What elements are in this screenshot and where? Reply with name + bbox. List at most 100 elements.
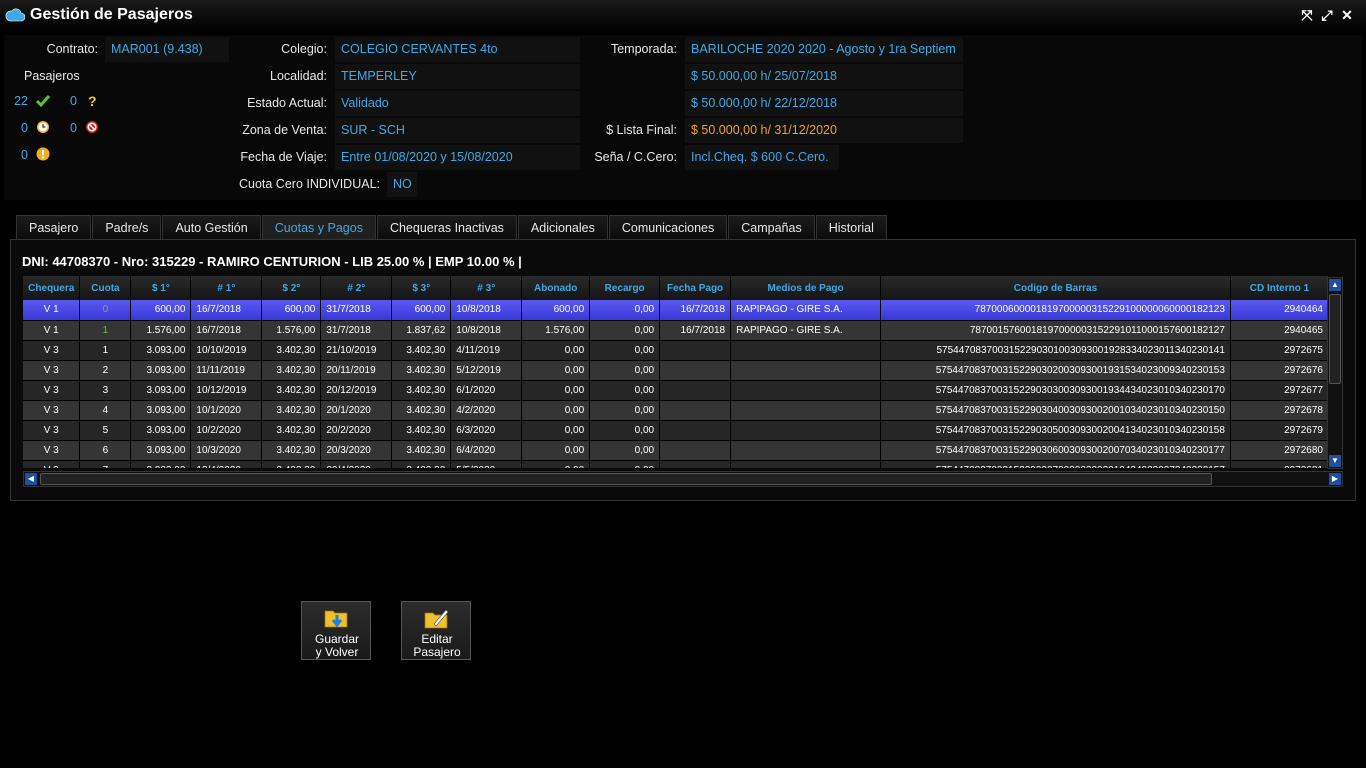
table-cell [659,340,732,361]
expand-icon[interactable]: ⤢ [1320,8,1334,22]
table-cell [730,420,882,441]
temporada-label: Temporada: [610,42,677,56]
scroll-up-icon[interactable]: ▲ [1329,279,1341,291]
table-cell: 2940464 [1230,300,1329,321]
table-cell: 3.402,30 [391,360,452,381]
folder-save-icon [324,610,348,628]
table-row[interactable]: V 3 6 3.093,00 10/3/2020 3.402,30 20/3/2020 3.… [23,440,1329,461]
column-header[interactable]: Recargo [589,276,661,300]
table-cell: 16/7/2018 [190,300,263,321]
table-cell: V 1 [23,320,81,341]
table-row[interactable]: V 3 2 3.093,00 11/11/2019 3.402,30 20/11/2019… [23,360,1329,381]
scroll-right-icon[interactable]: ▶ [1329,473,1341,485]
column-header[interactable]: Fecha Pago [659,276,732,300]
column-header[interactable]: $ 3° [391,276,452,300]
table-row[interactable]: V 3 5 3.093,00 10/2/2020 3.402,30 20/2/2020 3.… [23,420,1329,441]
table-cell: 1.576,00 [130,320,192,341]
table-cell: 3.093,00 [130,360,192,381]
scroll-down-icon[interactable]: ▼ [1329,455,1341,467]
temporada-value: BARILOCHE 2020 2020 - Agosto y 1ra Septi… [685,37,963,62]
column-header[interactable]: # 2° [320,276,393,300]
table-cell: RAPIPAGO - GIRE S.A. [730,300,882,321]
table-cell [659,440,732,461]
table-cell: 0,00 [589,320,661,341]
table-cell: 0,00 [589,340,661,361]
table-cell: 7870015760018197000003152291011000157600… [880,320,1231,341]
tab-historial[interactable]: Historial [815,215,887,239]
table-cell: 3 [79,380,132,401]
column-header[interactable]: $ 2° [261,276,322,300]
table-row[interactable]: V 1 0 600,00 16/7/2018 600,00 31/7/2018 600,00… [23,300,1329,321]
table-cell [730,400,882,421]
table-row[interactable]: V 1 1 1.576,00 16/7/2018 1.576,00 31/7/2018 1.… [23,320,1329,341]
table-cell: 0,00 [589,400,661,421]
table-cell: 4 [79,400,132,421]
table-row[interactable]: V 3 1 3.093,00 10/10/2019 3.402,30 21/10/2019… [23,340,1329,361]
horizontal-scroll-thumb[interactable] [40,473,1212,485]
table-row[interactable]: V 3 3 3.093,00 10/12/2019 3.402,30 20/12/2019… [23,380,1329,401]
localidad-label: Localidad: [270,69,327,83]
table-header: Chequera Cuota $ 1° # 1° $ 2° # 2° $ 3° # 3° Abo… [23,276,1329,300]
table-cell: 2972678 [1230,400,1329,421]
horizontal-scrollbar[interactable]: ◀ ▶ [23,471,1343,487]
table-cell: 20/1/2020 [320,400,393,421]
column-header[interactable]: Medios de Pago [730,276,882,300]
question-icon: ? [88,93,97,107]
table-cell: 1.576,00 [261,320,322,341]
window-title: Gestión de Pasajeros [30,6,193,23]
sena-value: Incl.Cheq. $ 600 C.Cero. [685,145,839,170]
table-cell [730,440,882,461]
tab-padres[interactable]: Padre/s [92,215,162,239]
column-header[interactable]: # 3° [450,276,523,300]
table-cell: 3.402,30 [391,460,452,468]
table-row[interactable]: V 3 4 3.093,00 10/1/2020 3.402,30 20/1/2020 3.… [23,400,1329,421]
table-cell [730,380,882,401]
table-cell: 7 [79,460,132,468]
table-cell: 600,00 [391,300,452,321]
vertical-scroll-thumb[interactable] [1329,294,1341,384]
vertical-scrollbar[interactable]: ▲ ▼ [1327,277,1343,469]
table-cell: 16/7/2018 [659,300,732,321]
table-cell: 0 [79,300,132,321]
table-row[interactable]: V 373.093,0013/4/20203.402,3020/4/20203.… [23,460,1329,468]
table-cell: 0,00 [521,360,591,381]
tab-comunicaciones[interactable]: Comunicaciones [608,215,728,239]
warning-icon [36,147,50,161]
column-header[interactable]: CD Interno 1 [1230,276,1329,300]
table-cell: 0,00 [521,400,591,421]
scroll-left-icon[interactable]: ◀ [25,473,37,485]
svg-text:?: ? [88,93,97,107]
tab-cuotas-y-pagos[interactable]: Cuotas y Pagos [261,215,376,239]
editar-label-2: Pasajero [413,645,461,659]
table-cell: 13/4/2020 [190,460,263,468]
column-header[interactable]: # 1° [190,276,263,300]
close-icon[interactable]: ✕ [1340,8,1354,22]
table-cell: 0,00 [589,460,661,468]
table-cell: RAPIPAGO - GIRE S.A. [730,320,882,341]
collapse-icon[interactable]: ⤧ [1300,8,1314,22]
precio1-value: $ 50.000,00 h/ 25/07/2018 [685,64,963,89]
table-cell: 5/12/2019 [450,360,523,381]
column-header[interactable]: Codigo de Barras [880,276,1231,300]
column-header[interactable]: $ 1° [130,276,192,300]
editar-pasajero-button[interactable]: Editar Pasajero [401,601,471,660]
guardar-label-2: y Volver [315,645,359,659]
column-header[interactable]: Chequera [23,276,81,300]
table-cell: 3.402,30 [391,380,452,401]
tab-campanas[interactable]: Campañas [728,215,815,239]
table-cell: 2972676 [1230,360,1329,381]
column-header[interactable]: Abonado [521,276,591,300]
guardar-y-volver-button[interactable]: Guardar y Volver [301,601,371,660]
tab-adicionales[interactable]: Adicionales [517,215,608,239]
tab-chequeras-inactivas[interactable]: Chequeras Inactivas [376,215,517,239]
table-cell: V 3 [23,340,81,361]
table-cell: 0,00 [521,460,591,468]
tab-auto-gestion[interactable]: Auto Gestión [162,215,261,239]
table-cell: 6/4/2020 [450,440,523,461]
tab-pasajero[interactable]: Pasajero [16,215,92,239]
table-cell: 10/2/2020 [190,420,263,441]
table-cell: 5754470837003152290302003093001931534023… [880,360,1231,381]
guardar-label-1: Guardar [314,632,360,646]
table-cell: 600,00 [261,300,322,321]
column-header[interactable]: Cuota [79,276,132,300]
